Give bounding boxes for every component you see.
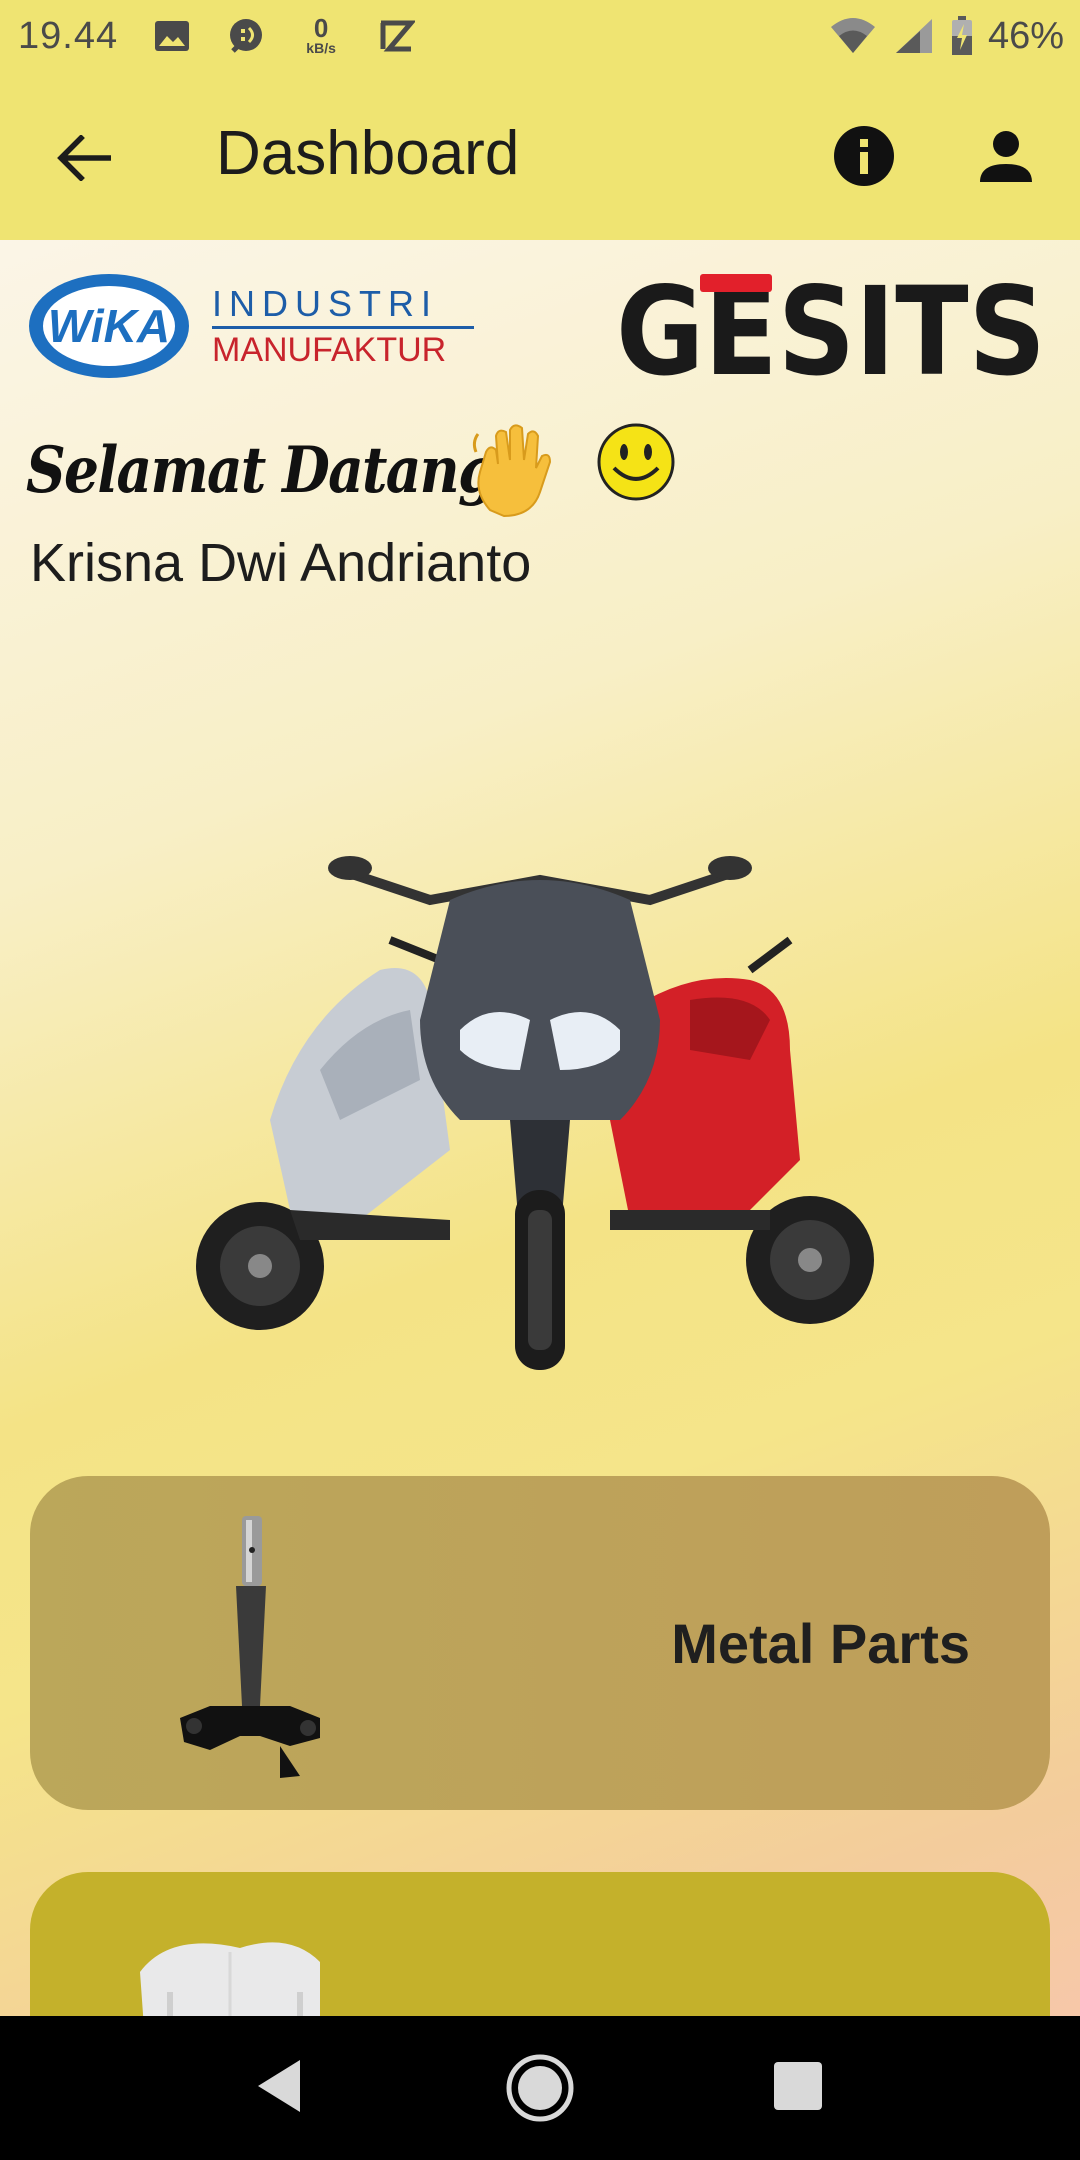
gesits-logo: GESITS xyxy=(616,270,1046,382)
account-button[interactable] xyxy=(972,122,1040,190)
white-scooter xyxy=(196,936,450,1330)
category-card-second[interactable] xyxy=(30,1872,1050,2016)
page-title: Dashboard xyxy=(216,119,520,188)
waving-hand-icon xyxy=(472,424,552,518)
smiley-icon xyxy=(597,423,675,501)
signal-icon xyxy=(892,16,936,56)
net-speed-unit: kB/s xyxy=(306,40,336,56)
gesits-wordmark: GESITS xyxy=(616,270,1046,382)
plastic-part-image xyxy=(140,1942,320,2016)
status-time: 19.44 xyxy=(18,14,119,57)
scooter-hero-image xyxy=(196,856,874,1370)
net-speed-value: 0 xyxy=(313,13,329,43)
app-bar: Dashboard xyxy=(0,72,1080,240)
status-right: 46% xyxy=(828,0,1064,72)
system-nav-bar xyxy=(0,2016,1080,2160)
nav-recents-icon[interactable] xyxy=(774,2062,822,2110)
arrow-back-icon xyxy=(57,135,111,181)
image-icon xyxy=(152,16,192,56)
battery-percentage: 46% xyxy=(987,14,1064,57)
account-icon xyxy=(980,131,1032,182)
category-card-metal-parts[interactable]: Metal Parts xyxy=(30,1476,1050,1810)
dashboard-content: WiKA INDUSTRI MANUFAKTUR GESITS Selamat … xyxy=(0,240,1080,2016)
user-name: Krisna Dwi Andrianto xyxy=(30,533,532,593)
wika-line2: MANUFAKTUR xyxy=(212,331,446,369)
wifi-icon xyxy=(828,16,878,56)
wika-line1: INDUSTRI xyxy=(212,283,438,324)
metal-part-image xyxy=(180,1516,320,1778)
welcome-text: Selamat Datang, xyxy=(26,432,514,508)
app-z-icon xyxy=(376,16,416,56)
status-bar: 19.44 0 kB/s 46% xyxy=(0,0,1080,72)
chat-icon xyxy=(226,16,266,56)
info-icon xyxy=(834,126,894,186)
wika-mark: WiKA xyxy=(48,300,170,352)
net-speed-icon: 0 kB/s xyxy=(300,13,342,56)
nav-home-icon[interactable] xyxy=(504,2052,576,2124)
wika-logo: WiKA INDUSTRI MANUFAKTUR xyxy=(29,274,474,378)
category-label-metal-parts: Metal Parts xyxy=(671,1611,970,1675)
back-button[interactable] xyxy=(50,124,118,192)
nav-back-icon[interactable] xyxy=(250,2054,314,2118)
battery-icon xyxy=(950,16,974,56)
info-button[interactable] xyxy=(830,122,898,190)
status-left: 19.44 0 kB/s xyxy=(18,0,416,72)
